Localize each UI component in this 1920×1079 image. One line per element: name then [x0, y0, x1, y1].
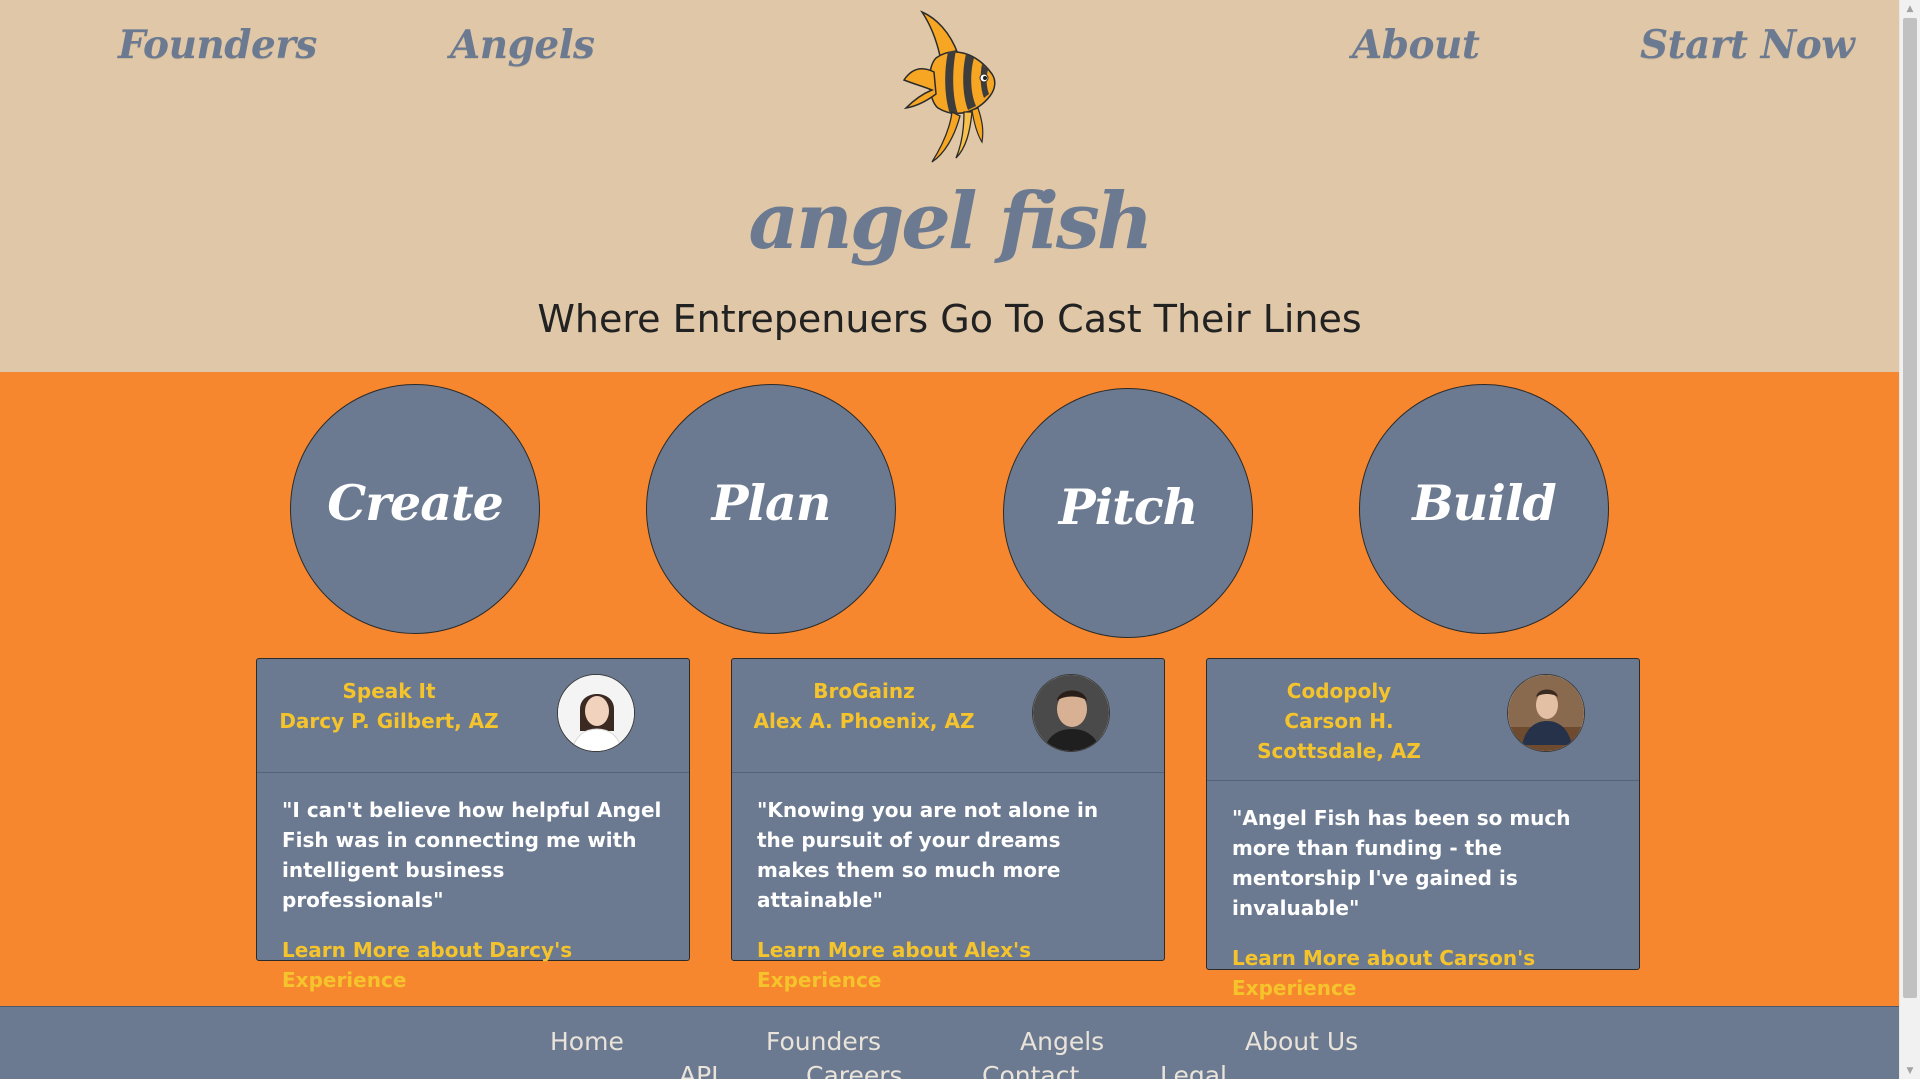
avatar-portrait-icon [1033, 675, 1109, 751]
testimonial-author: Speak It Darcy P. Gilbert, AZ [277, 676, 501, 736]
avatar [557, 674, 635, 752]
step-plan-button[interactable]: Plan [646, 384, 896, 634]
scrollbar-thumb[interactable] [1903, 18, 1917, 998]
footer-angels-link[interactable]: Angels [1020, 1027, 1104, 1056]
learn-more-link[interactable]: Learn More about Carson's Experience [1232, 943, 1614, 1003]
footer-about-us-link[interactable]: About Us [1245, 1027, 1358, 1056]
testimonial-quote: "Angel Fish has been so much more than f… [1232, 806, 1571, 920]
vertical-scrollbar[interactable]: ▲ ▼ [1899, 0, 1920, 1079]
avatar-portrait-icon [1508, 675, 1584, 751]
nav-about-link[interactable]: About [1352, 22, 1480, 68]
testimonial-quote: "I can't believe how helpful Angel Fish … [282, 798, 662, 912]
page: Founders Angels About Start Now angel fi… [0, 0, 1899, 1079]
testimonial-company: BroGainz [813, 679, 915, 703]
scroll-up-arrow-icon[interactable]: ▲ [1900, 0, 1920, 17]
learn-more-link[interactable]: Learn More about Alex's Experience [757, 935, 1139, 995]
brand-name: angel fish [748, 176, 1153, 267]
testimonial-author: Codopoly Carson H. Scottsdale, AZ [1227, 676, 1451, 766]
testimonial-person: Darcy P. Gilbert, AZ [279, 709, 499, 733]
avatar [1507, 674, 1585, 752]
nav-angels-link[interactable]: Angels [450, 22, 595, 68]
footer-careers-link[interactable]: Careers [806, 1061, 903, 1079]
step-label: Pitch [1058, 478, 1199, 536]
testimonial-card: Speak It Darcy P. Gilbert, AZ "I can't b… [256, 658, 690, 992]
testimonial-card-header: Speak It Darcy P. Gilbert, AZ [257, 659, 689, 773]
avatar [1032, 674, 1110, 752]
steps-and-testimonials-section: Create Plan Pitch Build Speak It Darcy P… [0, 372, 1899, 1006]
footer-legal-link[interactable]: Legal [1160, 1061, 1227, 1079]
testimonial-card: Codopoly Carson H. Scottsdale, AZ "Angel… [1206, 658, 1640, 1000]
footer-home-link[interactable]: Home [550, 1027, 624, 1056]
footer-api-link[interactable]: API [679, 1061, 719, 1079]
testimonial-person: Carson H. Scottsdale, AZ [1257, 709, 1421, 763]
testimonial-author: BroGainz Alex A. Phoenix, AZ [752, 676, 976, 736]
avatar-portrait-icon [558, 675, 634, 751]
step-label: Build [1412, 474, 1557, 532]
testimonial-company: Speak It [342, 679, 436, 703]
site-header: Founders Angels About Start Now angel fi… [0, 0, 1899, 372]
angelfish-logo-icon [902, 10, 996, 163]
scroll-down-arrow-icon[interactable]: ▼ [1900, 1062, 1920, 1079]
site-footer: Home Founders Angels About Us API Career… [0, 1006, 1899, 1079]
testimonial-company: Codopoly [1286, 679, 1392, 703]
nav-start-now-link[interactable]: Start Now [1640, 22, 1855, 68]
step-create-button[interactable]: Create [290, 384, 540, 634]
learn-more-link[interactable]: Learn More about Darcy's Experience [282, 935, 664, 995]
footer-contact-link[interactable]: Contact [982, 1061, 1079, 1079]
step-label: Create [327, 474, 504, 532]
step-label: Plan [711, 474, 832, 532]
testimonial-person: Alex A. Phoenix, AZ [753, 709, 975, 733]
footer-founders-link[interactable]: Founders [766, 1027, 881, 1056]
step-build-button[interactable]: Build [1359, 384, 1609, 634]
nav-founders-link[interactable]: Founders [118, 22, 317, 68]
step-pitch-button[interactable]: Pitch [1003, 388, 1253, 638]
tagline: Where Entrepenuers Go To Cast Their Line… [537, 297, 1362, 341]
testimonial-card-header: BroGainz Alex A. Phoenix, AZ [732, 659, 1164, 773]
testimonial-card: BroGainz Alex A. Phoenix, AZ "Knowing yo… [731, 658, 1165, 992]
testimonial-card-header: Codopoly Carson H. Scottsdale, AZ [1207, 659, 1639, 781]
testimonial-quote: "Knowing you are not alone in the pursui… [757, 798, 1099, 912]
